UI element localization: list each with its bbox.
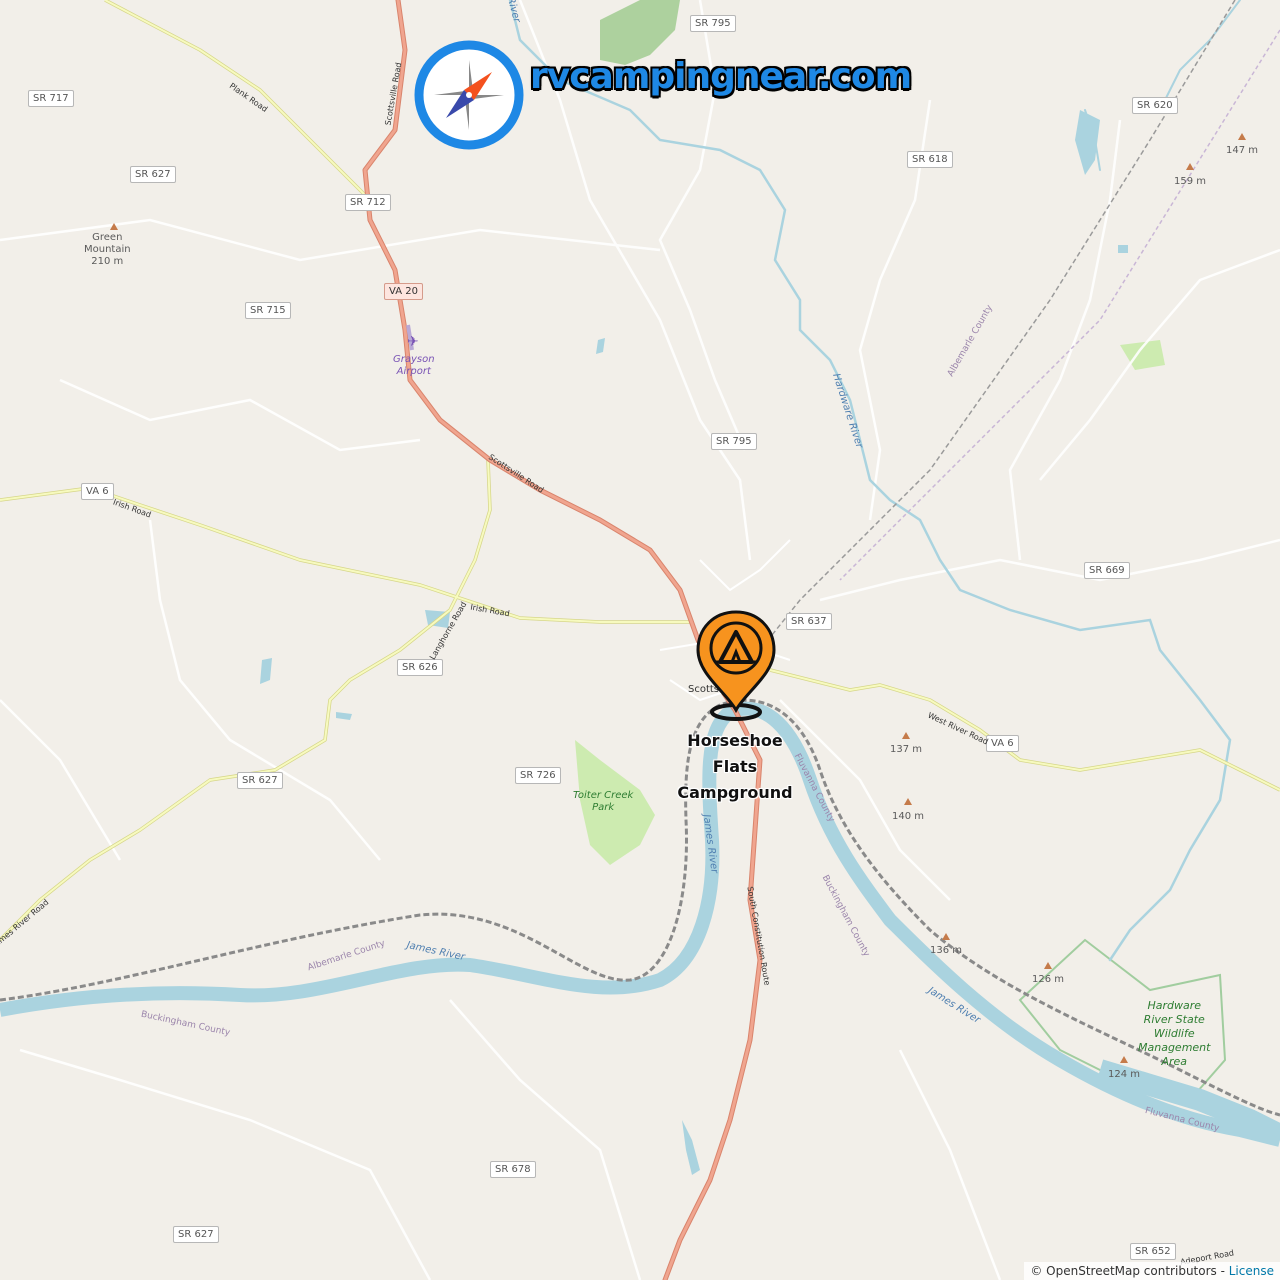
park-area-ne	[1120, 340, 1165, 370]
road-shield-va20: VA 20	[384, 283, 423, 300]
road-shield-va6: VA 6	[81, 483, 114, 500]
campground-label[interactable]: Horseshoe Flats Campground	[670, 728, 800, 806]
elevation-label: 147 m	[1226, 145, 1259, 156]
place-label-green-mountain: Green Mountain 210 m	[84, 232, 131, 267]
place-label-grayson-airport: Grayson Airport	[393, 354, 435, 377]
site-name-logo-text[interactable]: rvcampingnear.com	[530, 56, 912, 97]
road-shield-sr620: SR 620	[1132, 97, 1178, 114]
tent-pin-icon[interactable]	[694, 608, 778, 726]
peak-icon	[1186, 163, 1194, 170]
road-shield-sr618: SR 618	[907, 151, 953, 168]
elevation-label: 159 m	[1174, 176, 1207, 187]
road-shield-sr795: SR 795	[690, 15, 736, 32]
road-shield-va6: VA 6	[986, 735, 1019, 752]
peak-icon	[1120, 1056, 1128, 1063]
map-base-layer	[0, 0, 1280, 1280]
peak-icon	[1238, 133, 1246, 140]
road-shield-sr637: SR 637	[786, 613, 832, 630]
road-shield-sr717: SR 717	[28, 90, 74, 107]
peak-icon	[942, 933, 950, 940]
road-shield-sr712: SR 712	[345, 194, 391, 211]
elevation-label: 140 m	[892, 811, 925, 822]
railroad	[0, 698, 1280, 1117]
road-shield-sr726: SR 726	[515, 767, 561, 784]
elevation-label: 137 m	[890, 744, 923, 755]
elevation-label: 126 m	[1032, 974, 1065, 985]
road-shield-sr795: SR 795	[711, 433, 757, 450]
peak-icon	[110, 223, 118, 230]
map-attribution: © OpenStreetMap contributors - License	[1024, 1262, 1280, 1280]
place-label-toiter-creek-park: Toiter Creek Park	[573, 790, 634, 813]
road-shield-sr715: SR 715	[245, 302, 291, 319]
road-shield-sr652: SR 652	[1130, 1243, 1176, 1260]
road-shield-sr627: SR 627	[173, 1226, 219, 1243]
elevation-label: 136 m	[930, 945, 963, 956]
peak-icon	[1044, 962, 1052, 969]
road-shield-sr627: SR 627	[237, 772, 283, 789]
place-label-hardware-wma: Hardware River State Wildlife Management Are…	[1138, 999, 1211, 1068]
road-shield-sr678: SR 678	[490, 1161, 536, 1178]
attribution-text: © OpenStreetMap contributors -	[1030, 1264, 1229, 1278]
license-link[interactable]: License	[1229, 1264, 1274, 1278]
compass-icon[interactable]	[414, 40, 524, 150]
peak-icon	[902, 732, 910, 739]
road-shield-sr627: SR 627	[130, 166, 176, 183]
elevation-label: 124 m	[1108, 1069, 1141, 1080]
airplane-icon: ✈	[407, 334, 419, 350]
map-canvas[interactable]: SR 795 SR 717 SR 620 SR 627 SR 618 SR 71…	[0, 0, 1280, 1280]
road-shield-sr669: SR 669	[1084, 562, 1130, 579]
james-river	[0, 701, 1280, 1147]
peak-icon	[904, 798, 912, 805]
